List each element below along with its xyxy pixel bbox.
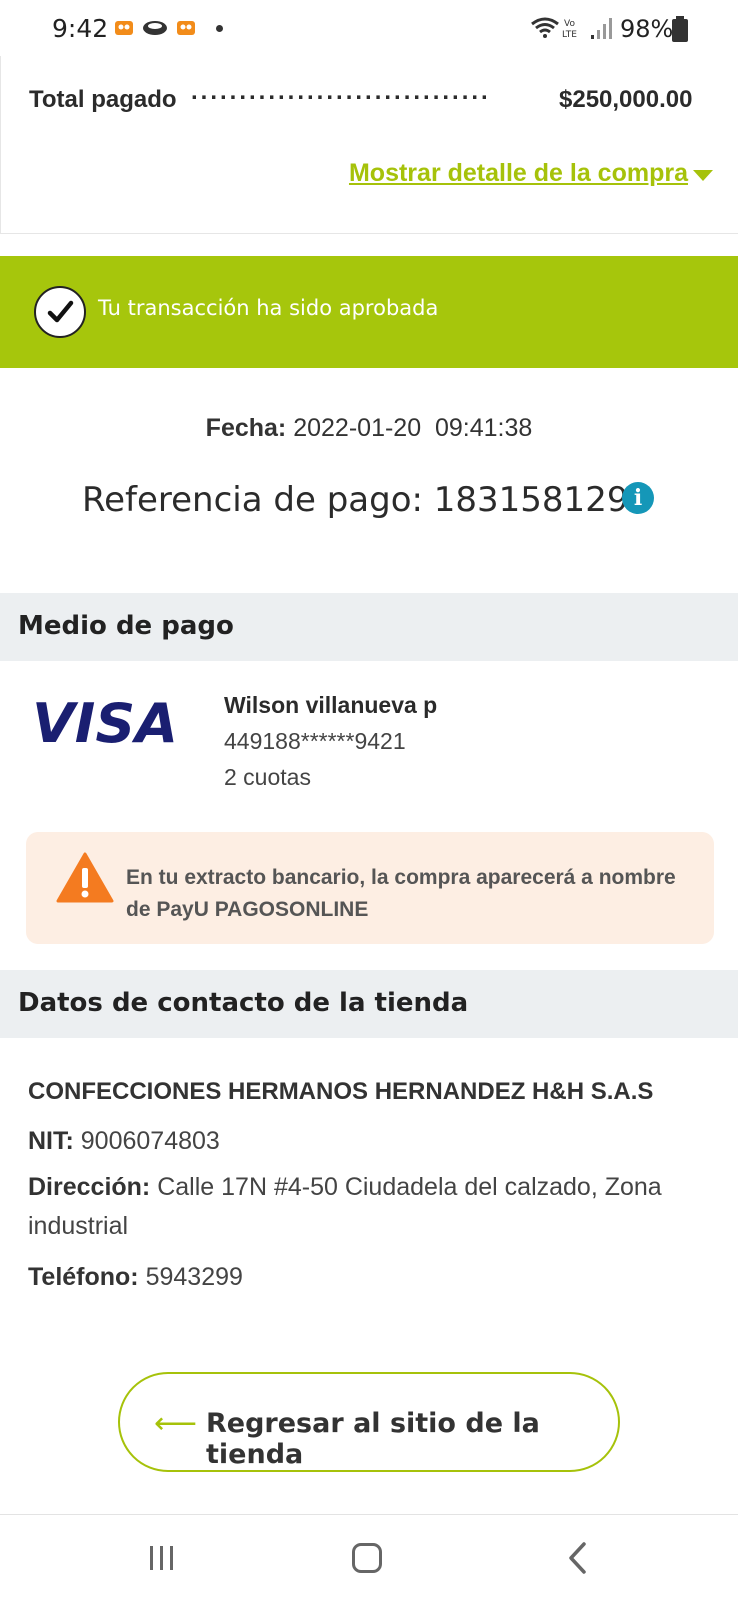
store-address: Dirección: Calle 17N #4-50 Ciudadela del… [28,1168,718,1246]
leader-dots: ............................... [191,78,491,105]
status-dot [216,25,223,32]
wifi-icon [531,17,559,38]
date-value: 2022-01-20 09:41:38 [293,414,533,442]
address-label: Dirección: [28,1173,151,1201]
phone-label: Teléfono: [28,1263,139,1291]
reference-label: Referencia de pago: [82,480,423,520]
transaction-approved-banner: Tu transacción ha sido aprobada [0,256,738,368]
date-label: Fecha: [205,414,287,442]
signal-icon [591,18,612,39]
cloud-icon [143,21,167,35]
arrow-left-icon: ⟵ [154,1407,198,1440]
volte-icon: Vo LTE [562,19,577,40]
warning-icon [56,852,114,903]
card-number: 449188******9421 [224,728,406,754]
status-bar: 9:42 Vo LTE 98% [0,0,738,56]
visa-logo: VISA [32,692,178,754]
store-name: CONFECCIONES HERMANOS HERNANDEZ H&H S.A.… [28,1078,654,1105]
notification-icon-2 [177,21,195,35]
caret-down-icon[interactable] [693,170,713,181]
store-contact-title: Datos de contacto de la tienda [18,988,469,1018]
info-icon[interactable]: i [622,482,654,514]
return-to-store-button[interactable]: ⟵ Regresar al sitio de la tienda [118,1372,620,1472]
card-brand: VISA [32,692,178,754]
store-phone: Teléfono: 5943299 [28,1258,718,1297]
home-icon[interactable] [352,1543,382,1573]
nit-value: 9006074803 [80,1127,220,1155]
show-purchase-detail-link[interactable]: Mostrar detalle de la compra [349,159,688,188]
payment-method-title: Medio de pago [18,611,234,641]
recent-apps-icon[interactable] [148,1545,176,1571]
total-paid-label: Total pagado [29,86,177,113]
warning-text: En tu extracto bancario, la compra apare… [126,866,676,921]
svg-text:LTE: LTE [562,30,577,40]
return-to-store-label: Regresar al sitio de la tienda [206,1408,540,1470]
bank-statement-notice: En tu extracto bancario, la compra apare… [26,832,714,944]
purchase-summary: Total pagado ...........................… [0,56,738,234]
back-icon[interactable] [566,1541,588,1575]
notification-icon [115,21,133,35]
status-time: 9:42 [52,14,109,43]
store-nit: NIT: 9006074803 [28,1122,718,1161]
battery-percent: 98% [620,15,674,43]
card-holder-name: Wilson villanueva p [224,692,438,718]
nit-label: NIT: [28,1127,74,1155]
svg-text:Vo: Vo [564,19,575,29]
total-paid-amount: $250,000.00 [559,86,693,113]
system-nav-bar [0,1514,738,1601]
transaction-date: Fecha: 2022-01-20 09:41:38 [0,414,738,443]
phone-value: 5943299 [145,1263,243,1291]
approved-message: Tu transacción ha sido aprobada [98,296,439,320]
payment-reference: Referencia de pago: 1831581291 [82,480,650,520]
battery-icon [672,16,688,42]
reference-value: 1831581291 [433,480,651,520]
check-circle-icon [34,286,86,338]
payment-method-header: Medio de pago [0,593,738,661]
store-contact-header: Datos de contacto de la tienda [0,970,738,1038]
installments: 2 cuotas [224,764,311,790]
